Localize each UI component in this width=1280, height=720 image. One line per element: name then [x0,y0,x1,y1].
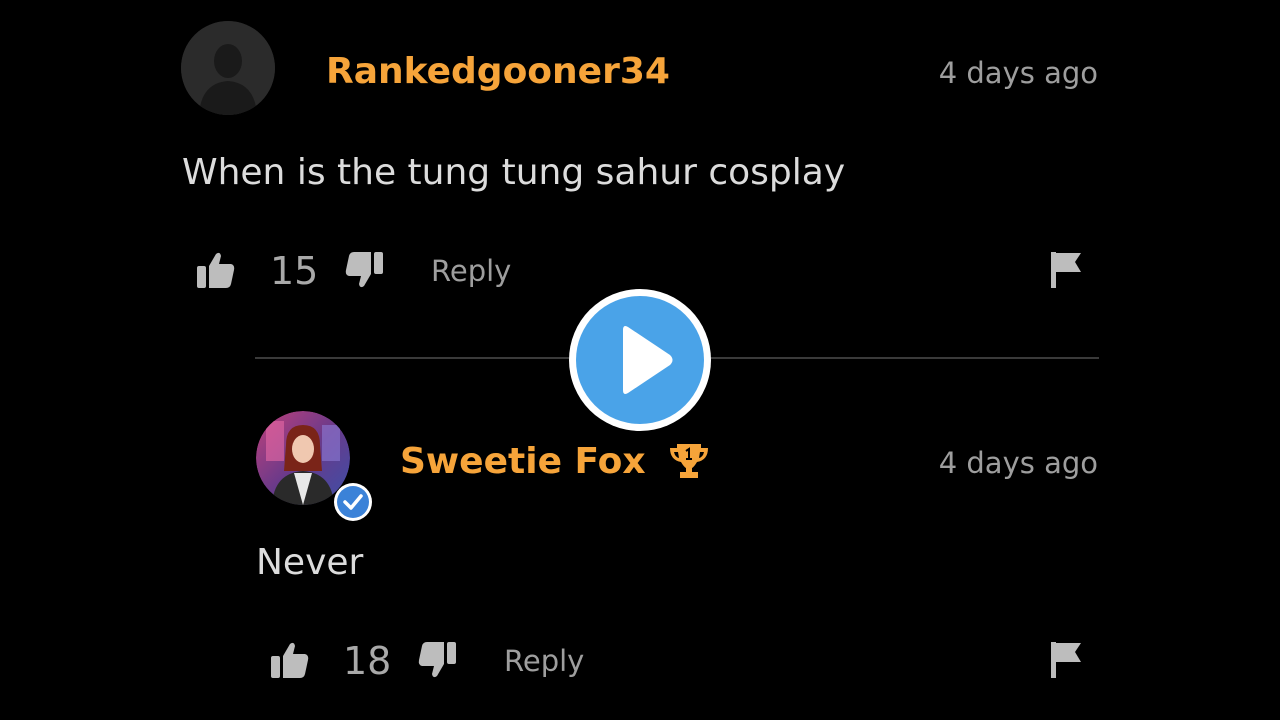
reply-username[interactable]: Sweetie Fox [400,444,646,480]
reply-button[interactable]: Reply [431,257,511,286]
thumbs-down-icon[interactable] [344,250,384,290]
reply-timestamp: 4 days ago [938,446,1098,480]
verified-icon [333,482,373,522]
like-count: 15 [270,249,319,293]
thumbs-down-icon[interactable] [417,640,457,680]
comment-username[interactable]: Rankedgooner34 [326,54,670,90]
thumbs-up-icon[interactable] [270,640,310,680]
flag-icon[interactable] [1050,641,1084,679]
reply-button[interactable]: Reply [504,647,584,676]
comment-text: When is the tung tung sahur cosplay [182,152,846,193]
play-icon [569,289,711,431]
flag-icon[interactable] [1050,251,1084,289]
play-button[interactable] [567,287,713,433]
trophy-icon [669,442,709,480]
reply-text: Never [256,542,364,583]
thumbs-up-icon[interactable] [196,250,236,290]
comment-timestamp: 4 days ago [938,56,1098,90]
like-count: 18 [343,639,392,683]
avatar[interactable] [181,21,275,115]
